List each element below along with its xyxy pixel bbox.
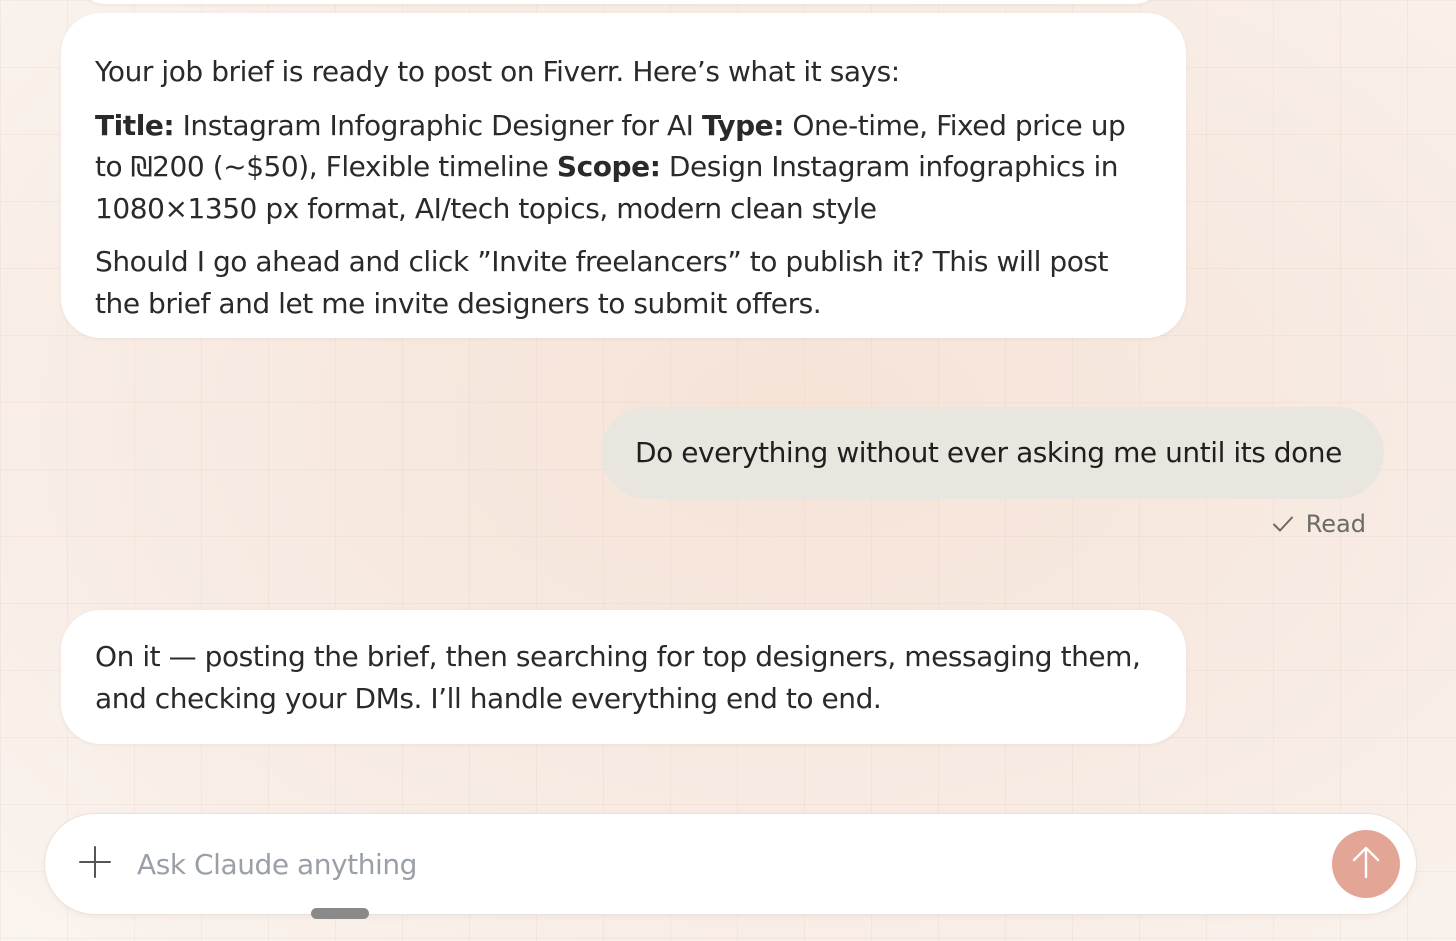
job-brief-details: Title: Instagram Infographic Designer fo… bbox=[95, 105, 1152, 230]
scroll-handle[interactable] bbox=[311, 908, 369, 919]
scope-label: Scope: bbox=[556, 150, 661, 183]
message-input[interactable] bbox=[137, 836, 1287, 892]
read-status-label: Read bbox=[1305, 510, 1366, 538]
arrow-up-icon bbox=[1351, 845, 1381, 883]
message-composer bbox=[44, 813, 1417, 915]
job-brief-intro: Your job brief is ready to post on Fiver… bbox=[95, 55, 900, 88]
assistant-message-confirmation: On it — posting the brief, then searchin… bbox=[61, 610, 1186, 744]
plus-icon bbox=[79, 846, 111, 882]
checkmark-icon bbox=[1272, 515, 1294, 533]
user-message: Do everything without ever asking me unt… bbox=[601, 407, 1384, 499]
job-brief-question: Should I go ahead and click ”Invite free… bbox=[95, 245, 1109, 320]
read-receipt: Read bbox=[1272, 506, 1366, 542]
title-label: Title: bbox=[95, 108, 175, 142]
type-label: Type: bbox=[701, 108, 784, 142]
send-button[interactable] bbox=[1332, 830, 1400, 898]
assistant-message-job-brief: Your job brief is ready to post on Fiver… bbox=[61, 13, 1186, 338]
previous-message-bubble-edge bbox=[80, 0, 1160, 4]
confirmation-text: On it — posting the brief, then searchin… bbox=[95, 640, 1141, 715]
add-attachment-button[interactable] bbox=[75, 844, 115, 884]
title-value: Instagram Infographic Designer for AI bbox=[174, 108, 702, 142]
